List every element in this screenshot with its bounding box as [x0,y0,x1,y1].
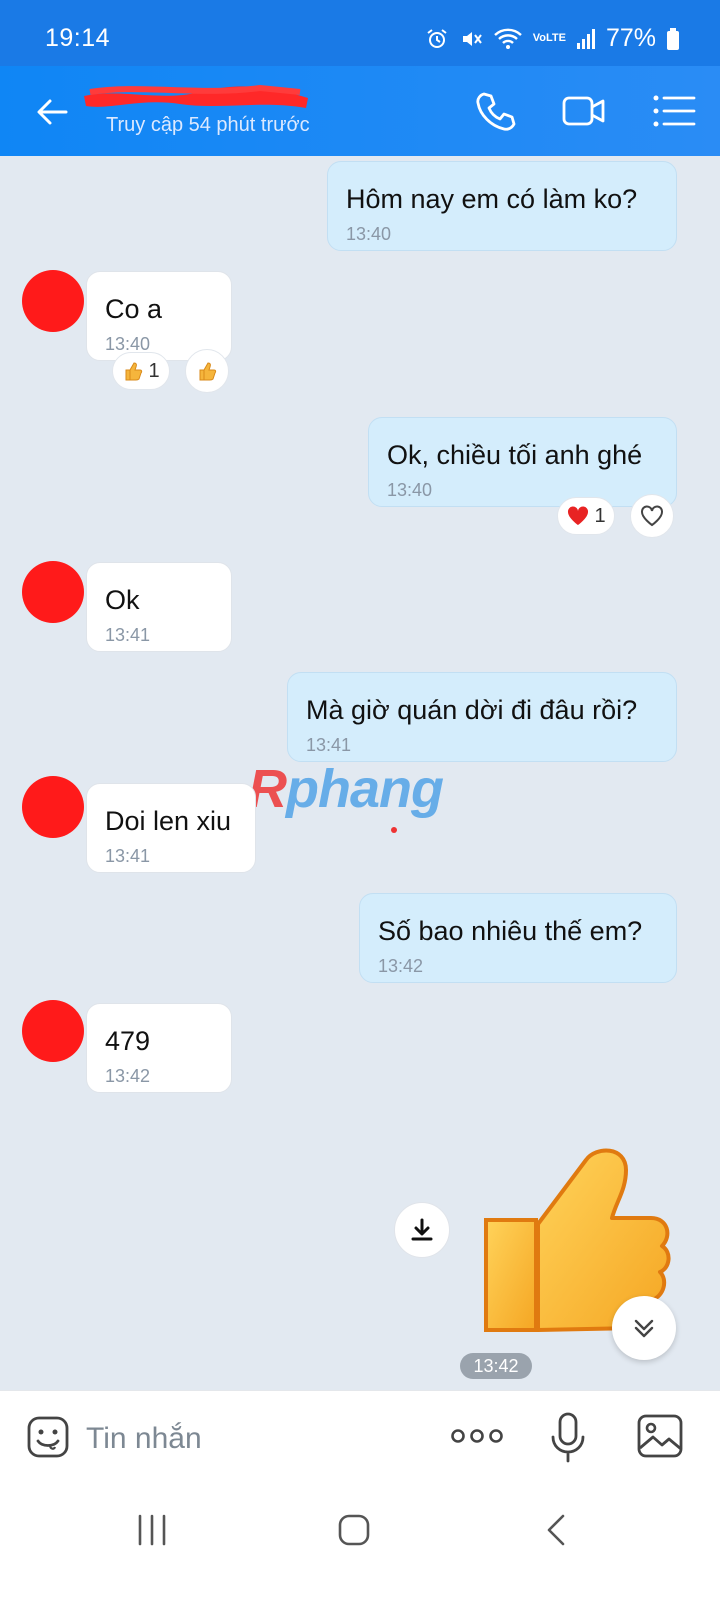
message-text: Hôm nay em có làm ko? [346,184,638,214]
message-bubble-incoming[interactable]: Co a 13:40 [86,271,232,361]
message-bubble-outgoing[interactable]: Ok, chiều tối anh ghé 13:40 [368,417,677,507]
thumbs-up-icon [125,362,143,381]
wifi-icon [493,28,522,49]
add-reaction-button[interactable] [630,494,674,538]
battery-percent: 77% [605,24,656,52]
signal-icon [576,28,595,49]
contact-avatar-redacted[interactable] [22,270,84,332]
message-text: Ok, chiều tối anh ghé [387,440,643,470]
sticker-time: 13:42 [460,1353,532,1379]
image-gallery-icon[interactable] [636,1413,684,1459]
message-text: 479 [105,1026,151,1056]
menu-list-icon[interactable] [650,88,698,134]
microphone-icon[interactable] [548,1411,588,1465]
thumbs-up-icon [199,362,217,381]
home-icon[interactable] [332,1508,376,1552]
message-text: Co a [105,294,163,324]
reaction-thumbs-up[interactable]: 1 [112,352,170,390]
status-time: 19:14 [45,24,111,52]
volte-label: VoLTE [532,32,566,44]
heart-outline-icon [641,505,663,527]
contact-avatar-redacted[interactable] [22,561,84,623]
red-heart-icon [568,506,589,525]
message-bubble-outgoing[interactable]: Mà giờ quán dời đi đâu rồi? 13:41 [287,672,677,762]
message-time: 13:42 [378,956,424,976]
download-icon [411,1218,433,1241]
message-time: 13:40 [346,224,392,244]
mute-icon [462,31,482,46]
message-input[interactable] [86,1419,386,1459]
reaction-count: 1 [594,504,606,527]
more-options-icon[interactable] [450,1421,504,1451]
watermark-logo: Rphang [248,759,444,819]
status-icons: VoLTE 77% [425,24,680,53]
message-text: Mà giờ quán dời đi đâu rồi? [306,695,638,725]
message-text: Doi len xiu [105,806,232,836]
contact-name-redacted[interactable] [80,80,312,114]
message-time: 13:41 [306,735,352,755]
message-bubble-incoming[interactable]: 479 13:42 [86,1003,232,1093]
message-time: 13:40 [387,480,433,500]
message-text: Số bao nhiêu thế em? [378,916,643,946]
message-time: 13:42 [105,1066,151,1086]
message-time: 13:41 [105,625,151,645]
recent-apps-icon[interactable] [130,1508,174,1552]
reaction-heart[interactable]: 1 [557,497,615,535]
battery-icon [667,27,679,50]
phone-call-icon[interactable] [472,88,520,134]
decorative-dot [391,827,397,833]
message-bubble-outgoing[interactable]: Hôm nay em có làm ko? 13:40 [327,161,677,251]
message-text: Ok [105,585,140,615]
download-button[interactable] [394,1202,450,1258]
chevron-double-down-icon [634,1319,654,1338]
chat-header: Truy cập 54 phút trước [0,66,720,156]
contact-avatar-redacted[interactable] [22,776,84,838]
alarm-icon [427,28,447,48]
status-bar: 19:14 VoLTE 77% [0,0,720,66]
system-nav-bar [0,1486,720,1600]
scroll-to-bottom-button[interactable] [612,1296,676,1360]
reaction-count: 1 [148,359,160,382]
message-time: 13:41 [105,846,151,866]
video-call-icon[interactable] [560,88,608,134]
message-bubble-outgoing[interactable]: Số bao nhiêu thế em? 13:42 [359,893,677,983]
emoji-sticker-icon[interactable] [26,1415,70,1459]
add-reaction-button[interactable] [185,349,229,393]
message-bubble-incoming[interactable]: Ok 13:41 [86,562,232,652]
last-seen-status: Truy cập 54 phút trước [106,114,310,136]
back-icon[interactable] [536,1508,580,1552]
contact-avatar-redacted[interactable] [22,1000,84,1062]
message-input-bar [0,1390,720,1486]
back-arrow-icon[interactable] [30,90,74,134]
message-bubble-incoming[interactable]: Doi len xiu 13:41 [86,783,256,873]
